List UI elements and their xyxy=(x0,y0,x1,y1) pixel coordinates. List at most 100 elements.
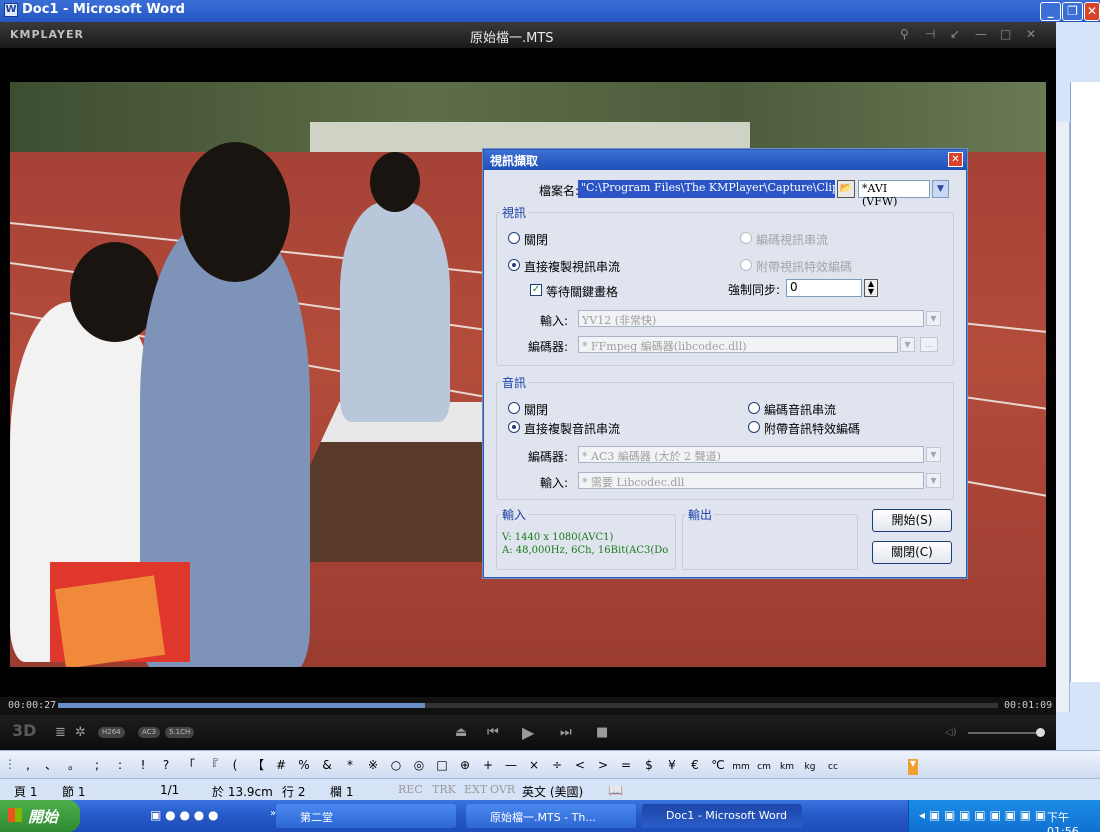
restore-icon[interactable]: ❐ xyxy=(1062,2,1083,21)
symbol-button[interactable]: 。 xyxy=(64,756,84,773)
start-button[interactable]: 開始(S) xyxy=(872,509,952,532)
toolbar-options-icon[interactable]: ▼ xyxy=(908,759,918,775)
pin-icon[interactable]: ⊣ xyxy=(925,27,935,41)
maximize-icon[interactable]: □ xyxy=(1000,27,1011,41)
symbol-button[interactable]: > xyxy=(593,758,613,772)
symbol-button[interactable]: ? xyxy=(156,758,176,772)
symbol-button[interactable]: € xyxy=(685,758,705,772)
symbol-button[interactable]: + xyxy=(478,758,498,772)
symbol-button[interactable]: × xyxy=(524,758,544,772)
close-icon[interactable]: ✕ xyxy=(1026,27,1036,41)
symbol-button[interactable]: ¥ xyxy=(662,758,682,772)
playlist-icon[interactable]: ≣ xyxy=(55,725,66,740)
symbol-button[interactable]: ○ xyxy=(386,758,406,772)
play-icon[interactable]: ▶ xyxy=(522,723,534,742)
audio-copy-radio[interactable] xyxy=(508,421,520,433)
minimize-icon[interactable]: _ xyxy=(1040,2,1061,21)
volume-knob[interactable] xyxy=(1036,728,1045,737)
more-icon[interactable]: … xyxy=(920,337,938,352)
audio-encode-radio[interactable] xyxy=(748,402,760,414)
symbol-button[interactable]: ! xyxy=(133,758,153,772)
symbol-button[interactable]: ⊕ xyxy=(455,758,475,772)
seek-bar[interactable]: 00:00:27 00:01:09 xyxy=(0,697,1056,715)
symbol-button[interactable]: < xyxy=(570,758,590,772)
status-rec[interactable]: REC xyxy=(398,783,423,796)
chevron-down-icon[interactable]: ▼ xyxy=(926,473,941,488)
status-ext[interactable]: EXT xyxy=(464,783,487,796)
task-word[interactable]: Doc1 - Microsoft Word xyxy=(642,804,802,828)
symbol-button[interactable]: — xyxy=(501,758,521,772)
stop-icon[interactable]: ■ xyxy=(596,725,608,740)
eject-icon[interactable]: ⏏ xyxy=(455,725,467,740)
folder-icon[interactable]: 📂 xyxy=(837,180,855,198)
symbol-button[interactable]: : xyxy=(110,758,130,772)
settings-icon[interactable]: ✲ xyxy=(75,725,86,740)
audio-off-label: 關閉 xyxy=(524,403,549,417)
video-off-radio[interactable] xyxy=(508,232,520,244)
video-filter-label: 附帶視訊特效編碼 xyxy=(756,260,853,274)
video-filter-radio[interactable] xyxy=(740,259,752,271)
close-button[interactable]: 關閉(C) xyxy=(872,541,952,564)
audio-input-select[interactable]: * 需要 Libcodec.dll xyxy=(578,472,924,489)
close-icon[interactable]: ✕ xyxy=(948,152,963,167)
symbol-button[interactable]: ◎ xyxy=(409,758,429,772)
symbol-button[interactable]: % xyxy=(294,758,314,772)
wait-keyframe-checkbox[interactable]: ✓ xyxy=(530,284,542,296)
tray-icons[interactable]: ◂ ▣ ▣ ▣ ▣ ▣ ▣ ▣ ▣ xyxy=(919,808,1046,822)
filename-input[interactable]: "C:\Program Files\The KMPlayer\Capture\C… xyxy=(578,180,835,198)
symbol-button[interactable]: ( xyxy=(225,758,245,772)
video-encoder-select[interactable]: * FFmpeg 編碼器(libcodec.dll) xyxy=(578,336,898,353)
symbol-button[interactable]: 「 xyxy=(179,756,199,773)
format-select[interactable]: *AVI (VFW) xyxy=(858,180,930,208)
symbol-button[interactable]: $ xyxy=(639,758,659,772)
symbol-button[interactable]: ※ xyxy=(363,758,383,772)
force-sync-input[interactable]: 0 xyxy=(786,279,862,297)
symbol-button[interactable]: cc xyxy=(823,762,843,772)
status-trk[interactable]: TRK xyxy=(432,783,456,796)
task-folder[interactable]: 第二堂 xyxy=(276,804,456,828)
symbol-button[interactable]: kg xyxy=(800,762,820,772)
spinner-icon[interactable]: ▲ ▼ xyxy=(864,279,878,297)
minimize-icon[interactable]: — xyxy=(975,27,987,41)
compact-icon[interactable]: ↙ xyxy=(950,27,960,41)
symbol-button[interactable]: ÷ xyxy=(547,758,567,772)
volume-icon[interactable]: ◁) xyxy=(945,727,957,738)
audio-off-radio[interactable] xyxy=(508,402,520,414)
audio-filter-radio[interactable] xyxy=(748,421,760,433)
chevron-down-icon[interactable]: ▼ xyxy=(900,337,915,352)
next-icon[interactable]: ⏭ xyxy=(560,725,572,740)
symbol-button[interactable]: km xyxy=(777,762,797,772)
3d-button[interactable]: 3D xyxy=(12,721,36,740)
symbol-button[interactable]: , xyxy=(18,758,38,772)
symbol-button[interactable]: 『 xyxy=(202,756,222,773)
volume-slider[interactable] xyxy=(968,732,1044,734)
audio-encoder-select[interactable]: * AC3 編碼器 (大於 2 聲道) xyxy=(578,446,924,463)
symbol-button[interactable]: = xyxy=(616,758,636,772)
vertical-scrollbar[interactable] xyxy=(1056,122,1070,712)
seek-track[interactable] xyxy=(58,703,998,708)
symbol-button[interactable]: ℃ xyxy=(708,758,728,772)
chevron-down-icon[interactable]: ▼ xyxy=(926,447,941,462)
symbol-button[interactable]: # xyxy=(271,758,291,772)
symbol-button[interactable]: ; xyxy=(87,758,107,772)
video-encode-radio[interactable] xyxy=(740,232,752,244)
symbol-button[interactable]: 【 xyxy=(248,756,268,773)
video-input-select[interactable]: YV12 (非常快) xyxy=(578,310,924,327)
symbol-button[interactable]: 、 xyxy=(41,756,61,773)
chevron-down-icon[interactable]: ▼ xyxy=(926,311,941,326)
prev-icon[interactable]: ⏮ xyxy=(487,725,499,740)
quicklaunch-icons[interactable]: ▣ ● ● ● ● xyxy=(150,808,218,822)
symbol-button[interactable]: cm xyxy=(754,762,774,772)
close-icon[interactable]: ✕ xyxy=(1084,2,1100,21)
symbol-button[interactable]: □ xyxy=(432,758,452,772)
search-icon[interactable]: ⚲ xyxy=(900,27,909,41)
task-player[interactable]: 原始檔一.MTS - Th... xyxy=(466,804,636,828)
symbol-button[interactable]: mm xyxy=(731,762,751,772)
status-ovr[interactable]: OVR xyxy=(490,783,515,796)
start-button[interactable]: 開始 xyxy=(0,800,80,832)
symbol-button[interactable]: & xyxy=(317,758,337,772)
video-copy-radio[interactable] xyxy=(508,259,520,271)
chevron-down-icon[interactable]: ▼ xyxy=(932,180,949,198)
symbol-button[interactable]: * xyxy=(340,758,360,772)
spelling-icon[interactable]: 📖 xyxy=(608,783,623,797)
